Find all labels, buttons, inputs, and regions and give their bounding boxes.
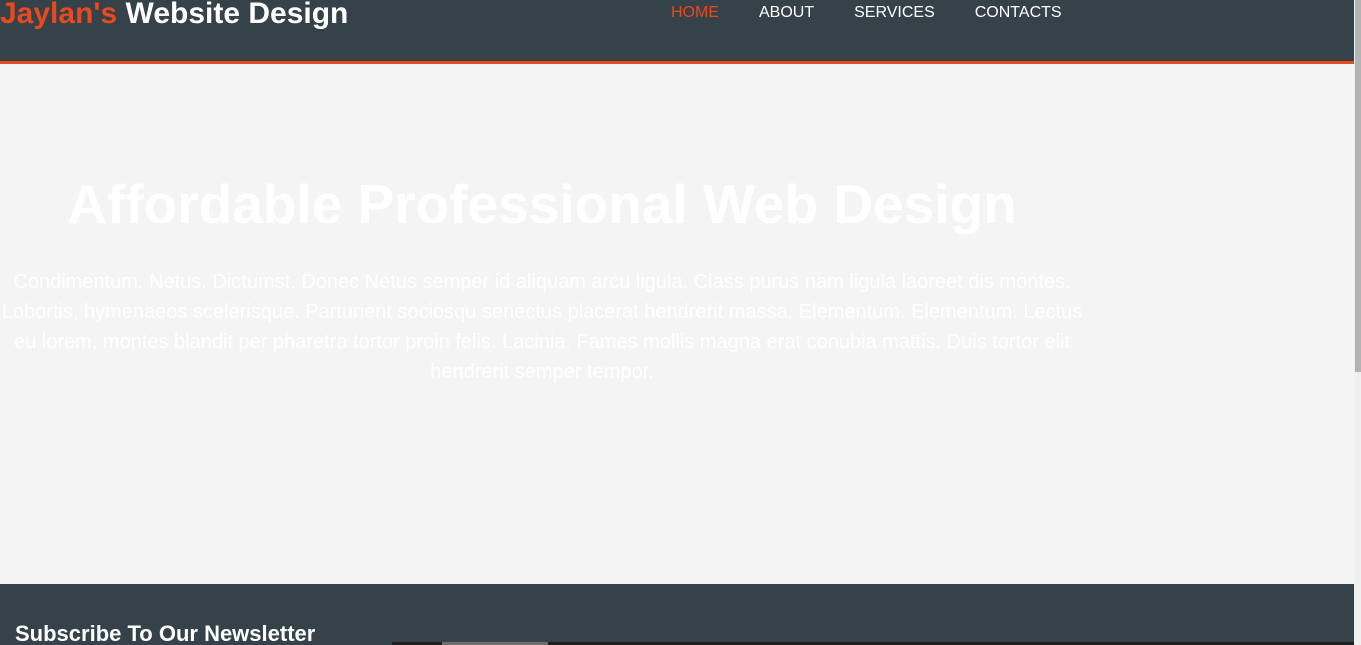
nav-item-services[interactable]: SERVICES <box>854 4 935 22</box>
page: Jaylan's Website Design HOME ABOUT SERVI… <box>0 0 1361 645</box>
showcase-title: Affordable Professional Web Design <box>67 173 1017 235</box>
nav-item-home[interactable]: HOME <box>671 4 719 22</box>
showcase-section: Affordable Professional Web Design Condi… <box>0 64 1084 584</box>
site-branding[interactable]: Jaylan's Website Design <box>0 0 348 31</box>
page-scrollbar[interactable] <box>1354 0 1361 645</box>
newsletter-section: Subscribe To Our Newsletter <box>0 584 1354 645</box>
scrollbar-thumb[interactable] <box>1355 0 1361 372</box>
brand-name: Website Design <box>117 0 349 30</box>
showcase-text: Condimentum. Netus. Dictumst. Donec Netu… <box>1 271 1083 383</box>
newsletter-title: Subscribe To Our Newsletter <box>15 621 316 645</box>
main-content: Jaylan's Website Design HOME ABOUT SERVI… <box>0 0 1354 645</box>
nav-item-contacts[interactable]: CONTACTS <box>975 4 1062 22</box>
brand-highlight: Jaylan's <box>0 0 118 30</box>
site-header: Jaylan's Website Design HOME ABOUT SERVI… <box>0 0 1354 64</box>
nav-item-about[interactable]: ABOUT <box>759 4 814 22</box>
main-nav: HOME ABOUT SERVICES CONTACTS <box>671 4 1062 22</box>
